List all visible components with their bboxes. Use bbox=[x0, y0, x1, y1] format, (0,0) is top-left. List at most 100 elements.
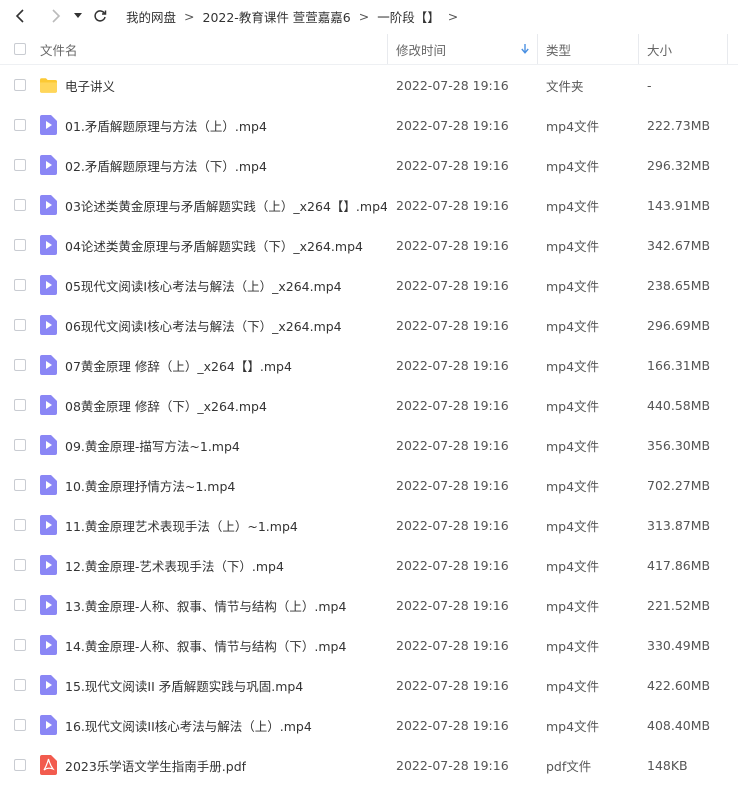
file-row-3[interactable]: 02.矛盾解题原理与方法（下）.mp4 2022-07-28 19:16 mp4… bbox=[0, 145, 738, 185]
file-name[interactable]: 11.黄金原理艺术表现手法（上）~1.mp4 bbox=[65, 516, 298, 535]
file-row-17[interactable]: 16.现代文阅读II核心考法与解法（上）.mp4 2022-07-28 19:1… bbox=[0, 705, 738, 745]
file-row-9[interactable]: 08黄金原理 修辞（下）_x264.mp4 2022-07-28 19:16 m… bbox=[0, 385, 738, 425]
file-name[interactable]: 05现代文阅读I核心考法与解法（上）_x264.mp4 bbox=[65, 276, 342, 295]
select-all-checkbox[interactable] bbox=[14, 43, 26, 55]
file-row-5[interactable]: 04论述类黄金原理与矛盾解题实践（下）_x264.mp4 2022-07-28 … bbox=[0, 225, 738, 265]
column-header-type[interactable]: 类型 bbox=[537, 34, 638, 64]
row-checkbox[interactable] bbox=[14, 79, 26, 91]
row-checkbox-cell bbox=[0, 679, 40, 691]
file-name[interactable]: 12.黄金原理-艺术表现手法（下）.mp4 bbox=[65, 556, 284, 575]
breadcrumb-item-folder[interactable]: 2022-教育课件 萱萱嘉嘉6 bbox=[203, 7, 351, 26]
video-file-icon bbox=[40, 595, 57, 615]
file-name[interactable]: 15.现代文阅读II 矛盾解题实践与巩固.mp4 bbox=[65, 676, 303, 695]
file-size: 148KB bbox=[647, 757, 688, 773]
row-checkbox[interactable] bbox=[14, 679, 26, 691]
row-checkbox[interactable] bbox=[14, 439, 26, 451]
row-checkbox[interactable] bbox=[14, 639, 26, 651]
forward-button[interactable] bbox=[44, 4, 68, 28]
column-header-name-label: 文件名 bbox=[40, 42, 78, 58]
row-checkbox-cell bbox=[0, 359, 40, 371]
file-name[interactable]: 13.黄金原理-人称、叙事、情节与结构（上）.mp4 bbox=[65, 596, 346, 615]
column-header-size[interactable]: 大小 bbox=[638, 34, 728, 64]
file-row-15[interactable]: 14.黄金原理-人称、叙事、情节与结构（下）.mp4 2022-07-28 19… bbox=[0, 625, 738, 665]
file-row-14[interactable]: 13.黄金原理-人称、叙事、情节与结构（上）.mp4 2022-07-28 19… bbox=[0, 585, 738, 625]
back-button[interactable] bbox=[8, 4, 32, 28]
file-name[interactable]: 16.现代文阅读II核心考法与解法（上）.mp4 bbox=[65, 716, 312, 735]
file-name-cell: 12.黄金原理-艺术表现手法（下）.mp4 bbox=[40, 555, 387, 575]
row-checkbox[interactable] bbox=[14, 319, 26, 331]
file-size: 417.86MB bbox=[647, 557, 711, 573]
file-name[interactable]: 07黄金原理 修辞（上）_x264【】.mp4 bbox=[65, 356, 292, 375]
file-modified-time: 2022-07-28 19:16 bbox=[396, 277, 509, 293]
refresh-button[interactable] bbox=[88, 4, 112, 28]
row-checkbox-cell bbox=[0, 559, 40, 571]
file-size: 330.49MB bbox=[647, 637, 711, 653]
file-name[interactable]: 14.黄金原理-人称、叙事、情节与结构（下）.mp4 bbox=[65, 636, 346, 655]
row-checkbox-cell bbox=[0, 479, 40, 491]
file-name[interactable]: 06现代文阅读I核心考法与解法（下）_x264.mp4 bbox=[65, 316, 342, 335]
row-checkbox-cell bbox=[0, 279, 40, 291]
video-file-icon bbox=[40, 555, 57, 575]
row-checkbox[interactable] bbox=[14, 559, 26, 571]
breadcrumb-item-current[interactable]: 一阶段【】 bbox=[377, 7, 440, 26]
file-size: 408.40MB bbox=[647, 717, 711, 733]
file-modified-time: 2022-07-28 19:16 bbox=[396, 637, 509, 653]
file-modified-time: 2022-07-28 19:16 bbox=[396, 717, 509, 733]
row-checkbox-cell bbox=[0, 719, 40, 731]
file-row-12[interactable]: 11.黄金原理艺术表现手法（上）~1.mp4 2022-07-28 19:16 … bbox=[0, 505, 738, 545]
history-dropdown-button[interactable] bbox=[70, 4, 86, 28]
file-size: 356.30MB bbox=[647, 437, 711, 453]
file-name-cell: 07黄金原理 修辞（上）_x264【】.mp4 bbox=[40, 355, 387, 375]
file-row-11[interactable]: 10.黄金原理抒情方法~1.mp4 2022-07-28 19:16 mp4文件… bbox=[0, 465, 738, 505]
file-row-13[interactable]: 12.黄金原理-艺术表现手法（下）.mp4 2022-07-28 19:16 m… bbox=[0, 545, 738, 585]
file-row-16[interactable]: 15.现代文阅读II 矛盾解题实践与巩固.mp4 2022-07-28 19:1… bbox=[0, 665, 738, 705]
file-type: mp4文件 bbox=[546, 638, 600, 654]
file-name[interactable]: 01.矛盾解题原理与方法（上）.mp4 bbox=[65, 116, 267, 135]
row-checkbox[interactable] bbox=[14, 199, 26, 211]
row-checkbox-cell bbox=[0, 439, 40, 451]
file-name-cell: 02.矛盾解题原理与方法（下）.mp4 bbox=[40, 155, 387, 175]
column-header-name[interactable]: 文件名 bbox=[40, 34, 387, 64]
file-name[interactable]: 08黄金原理 修辞（下）_x264.mp4 bbox=[65, 396, 267, 415]
file-name[interactable]: 02.矛盾解题原理与方法（下）.mp4 bbox=[65, 156, 267, 175]
file-modified-time: 2022-07-28 19:16 bbox=[396, 157, 509, 173]
file-row-10[interactable]: 09.黄金原理-描写方法~1.mp4 2022-07-28 19:16 mp4文… bbox=[0, 425, 738, 465]
file-name[interactable]: 2023乐学语文学生指南手册.pdf bbox=[65, 756, 246, 775]
file-name-cell: 01.矛盾解题原理与方法（上）.mp4 bbox=[40, 115, 387, 135]
file-row-18[interactable]: 2023乐学语文学生指南手册.pdf 2022-07-28 19:16 pdf文… bbox=[0, 745, 738, 785]
file-modified-time: 2022-07-28 19:16 bbox=[396, 677, 509, 693]
row-checkbox[interactable] bbox=[14, 759, 26, 771]
breadcrumb-separator: > bbox=[358, 8, 370, 24]
row-checkbox[interactable] bbox=[14, 599, 26, 611]
breadcrumb-item-root[interactable]: 我的网盘 bbox=[126, 7, 176, 26]
file-name[interactable]: 10.黄金原理抒情方法~1.mp4 bbox=[65, 476, 235, 495]
file-row-2[interactable]: 01.矛盾解题原理与方法（上）.mp4 2022-07-28 19:16 mp4… bbox=[0, 105, 738, 145]
row-checkbox[interactable] bbox=[14, 479, 26, 491]
file-modified-time: 2022-07-28 19:16 bbox=[396, 397, 509, 413]
column-header-modified[interactable]: 修改时间 bbox=[387, 34, 537, 64]
file-row-7[interactable]: 06现代文阅读I核心考法与解法（下）_x264.mp4 2022-07-28 1… bbox=[0, 305, 738, 345]
file-name[interactable]: 04论述类黄金原理与矛盾解题实践（下）_x264.mp4 bbox=[65, 236, 363, 255]
file-modified-time: 2022-07-28 19:16 bbox=[396, 357, 509, 373]
row-checkbox[interactable] bbox=[14, 279, 26, 291]
toolbar: 我的网盘 > 2022-教育课件 萱萱嘉嘉6 > 一阶段【】 > bbox=[0, 0, 738, 32]
row-checkbox[interactable] bbox=[14, 519, 26, 531]
row-checkbox[interactable] bbox=[14, 719, 26, 731]
file-row-1[interactable]: 电子讲义 2022-07-28 19:16 文件夹 - bbox=[0, 65, 738, 105]
row-checkbox[interactable] bbox=[14, 159, 26, 171]
row-checkbox-cell bbox=[0, 639, 40, 651]
file-name-cell: 05现代文阅读I核心考法与解法（上）_x264.mp4 bbox=[40, 275, 387, 295]
row-checkbox[interactable] bbox=[14, 239, 26, 251]
file-row-6[interactable]: 05现代文阅读I核心考法与解法（上）_x264.mp4 2022-07-28 1… bbox=[0, 265, 738, 305]
file-row-4[interactable]: 03论述类黄金原理与矛盾解题实践（上）_x264【】.mp4 2022-07-2… bbox=[0, 185, 738, 225]
file-name[interactable]: 09.黄金原理-描写方法~1.mp4 bbox=[65, 436, 240, 455]
row-checkbox[interactable] bbox=[14, 399, 26, 411]
file-name[interactable]: 03论述类黄金原理与矛盾解题实践（上）_x264【】.mp4 bbox=[65, 196, 387, 215]
file-row-8[interactable]: 07黄金原理 修辞（上）_x264【】.mp4 2022-07-28 19:16… bbox=[0, 345, 738, 385]
row-checkbox[interactable] bbox=[14, 119, 26, 131]
file-list-header: 文件名 修改时间 类型 大小 bbox=[0, 34, 738, 65]
file-name-cell: 14.黄金原理-人称、叙事、情节与结构（下）.mp4 bbox=[40, 635, 387, 655]
video-file-icon bbox=[40, 475, 57, 495]
file-name[interactable]: 电子讲义 bbox=[65, 76, 115, 95]
row-checkbox[interactable] bbox=[14, 359, 26, 371]
